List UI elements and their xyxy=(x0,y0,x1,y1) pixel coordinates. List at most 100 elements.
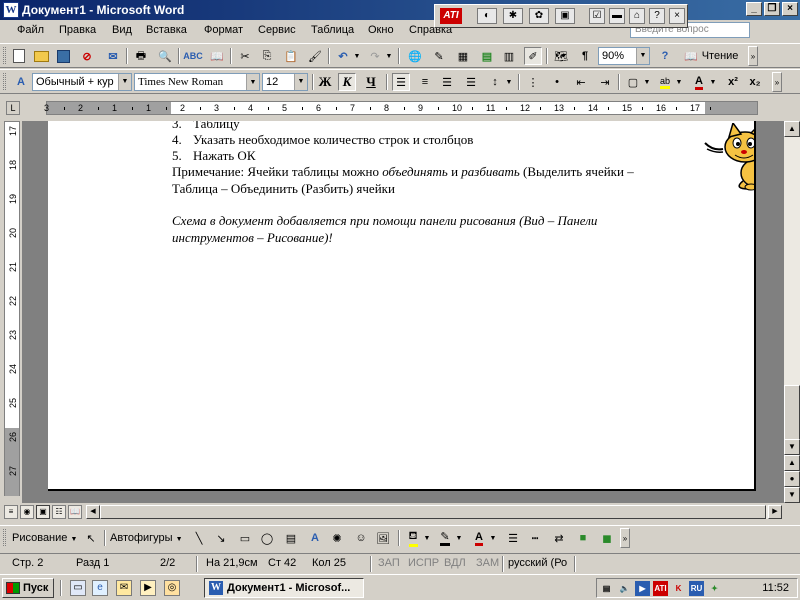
status-extend[interactable]: ВДЛ xyxy=(444,557,466,569)
toolbar-grip[interactable] xyxy=(3,73,6,90)
ati-tv-icon[interactable]: ▬ xyxy=(609,8,625,24)
bold-button[interactable]: Ж xyxy=(316,73,334,91)
media-icon[interactable]: ▶ xyxy=(140,580,156,596)
document-map-icon[interactable]: 🗺 xyxy=(552,47,570,65)
copy-icon[interactable]: ⎘ xyxy=(258,47,276,65)
toolbar-grip[interactable] xyxy=(3,529,6,546)
ati-tray-icon[interactable]: ATI xyxy=(653,581,668,596)
font-size-select[interactable]: 12 ▼ xyxy=(262,73,308,91)
oval-tool-icon[interactable]: ◯ xyxy=(258,529,276,547)
drawing-icon[interactable]: ✐ xyxy=(524,47,542,65)
columns-icon[interactable]: ▥ xyxy=(500,47,518,65)
toolbar-options-icon[interactable]: » xyxy=(620,528,630,548)
save-disk-icon[interactable] xyxy=(54,47,72,65)
normal-view-icon[interactable]: ≡ xyxy=(4,505,18,519)
draw-font-color-dropdown-icon[interactable]: ▼ xyxy=(488,529,498,547)
word-app-icon[interactable]: W xyxy=(3,2,19,18)
previous-page-button[interactable]: ▲ xyxy=(784,455,800,471)
volume-icon[interactable]: 🔈 xyxy=(617,581,632,596)
menu-insert[interactable]: Вставка xyxy=(146,24,187,36)
ati-help-icon[interactable]: ? xyxy=(649,8,665,24)
font-color-dropdown-icon[interactable]: ▼ xyxy=(708,73,718,91)
toolbar-grip[interactable] xyxy=(3,47,6,64)
borders-icon[interactable]: ▢ xyxy=(624,73,642,91)
select-browse-object-button[interactable]: ● xyxy=(784,471,800,487)
style-select[interactable]: Обычный + кур ▼ xyxy=(32,73,132,91)
status-overtype[interactable]: ЗАМ xyxy=(476,557,499,569)
undo-icon[interactable]: ↶ xyxy=(334,47,352,65)
show-hide-marks-icon[interactable]: ¶ xyxy=(576,47,594,65)
clipart-icon[interactable]: ☺ xyxy=(352,529,370,547)
web-view-icon[interactable]: ◉ xyxy=(20,505,34,519)
numbering-icon[interactable]: ⋮ xyxy=(524,73,542,91)
ati-home-icon[interactable]: ⌂ xyxy=(629,8,645,24)
shadow-style-icon[interactable]: ■ xyxy=(574,529,592,547)
highlight-dropdown-icon[interactable]: ▼ xyxy=(674,73,684,91)
horizontal-ruler[interactable]: 3 2 1 1 2 3 4 5 6 7 8 9 10 11 12 13 14 15 16 17 xyxy=(44,101,758,115)
subscript-icon[interactable]: x₂ xyxy=(746,73,764,91)
status-language[interactable]: русский (Ро xyxy=(508,557,567,569)
dash-style-icon[interactable]: ┅ xyxy=(526,529,544,547)
draw-font-color-icon[interactable]: A xyxy=(470,529,488,547)
autoshapes-menu-button[interactable]: Автофигуры ▼ xyxy=(110,532,183,544)
toolbar-options-icon[interactable]: » xyxy=(748,46,758,66)
horizontal-scrollbar[interactable]: ◀ ▶ xyxy=(86,505,782,519)
superscript-icon[interactable]: x² xyxy=(724,73,742,91)
font-color-icon[interactable]: A xyxy=(690,73,708,91)
menu-file[interactable]: Файл xyxy=(17,24,44,36)
font-select[interactable]: Times New Roman ▼ xyxy=(134,73,260,91)
scroll-right-button[interactable]: ▶ xyxy=(768,505,782,519)
align-right-icon[interactable]: ☰ xyxy=(438,73,456,91)
outlook-icon[interactable]: ✉ xyxy=(116,580,132,596)
italic-button[interactable]: К xyxy=(338,73,356,91)
toolbar-options-icon[interactable]: » xyxy=(772,72,782,92)
format-painter-icon[interactable]: 🖌 xyxy=(306,47,324,65)
antivirus-icon[interactable]: ✦ xyxy=(707,581,722,596)
status-record-macro[interactable]: ЗАП xyxy=(378,557,400,569)
email-icon[interactable]: ✉ xyxy=(104,47,122,65)
line-color-icon[interactable]: ✎ xyxy=(436,529,454,547)
align-center-icon[interactable]: ≡ xyxy=(416,73,434,91)
diagram-icon[interactable]: ✺ xyxy=(328,529,346,547)
scroll-up-button[interactable]: ▲ xyxy=(784,121,800,137)
network-icon[interactable]: ▤ xyxy=(599,581,614,596)
desktop-icon[interactable]: ▭ xyxy=(70,580,86,596)
decrease-indent-icon[interactable]: ⇤ xyxy=(572,73,590,91)
print-preview-icon[interactable]: 🔍 xyxy=(156,47,174,65)
kaspersky-icon[interactable]: K xyxy=(671,581,686,596)
line-color-dropdown-icon[interactable]: ▼ xyxy=(454,529,464,547)
ati-settings-icon[interactable]: ✱ xyxy=(503,8,523,24)
bullets-icon[interactable]: • xyxy=(548,73,566,91)
reading-view-icon[interactable]: 📖 xyxy=(68,505,82,519)
menu-tools[interactable]: Сервис xyxy=(258,24,296,36)
vertical-ruler[interactable]: 17 18 19 20 21 22 23 24 25 26 27 xyxy=(4,121,20,496)
language-indicator[interactable]: RU xyxy=(689,581,704,596)
tables-borders-icon[interactable]: ✎ xyxy=(430,47,448,65)
drawing-menu-button[interactable]: Рисование ▼ xyxy=(12,532,77,544)
vertical-scrollbar[interactable]: ▲ ▼ ▲ ● ▼ xyxy=(784,121,800,503)
status-track-changes[interactable]: ИСПР xyxy=(408,557,439,569)
arrow-style-icon[interactable]: ⇄ xyxy=(550,529,568,547)
print-icon[interactable]: 🖶 xyxy=(132,47,150,65)
open-folder-icon[interactable] xyxy=(32,47,50,65)
line-tool-icon[interactable]: ╲ xyxy=(190,529,208,547)
h-scroll-thumb[interactable] xyxy=(100,505,766,519)
select-objects-icon[interactable]: ↖ xyxy=(82,529,100,547)
start-button[interactable]: Пуск xyxy=(2,578,54,598)
menu-edit[interactable]: Правка xyxy=(59,24,96,36)
fill-color-icon[interactable]: ⛾ xyxy=(404,529,422,547)
textbox-tool-icon[interactable]: ▤ xyxy=(282,529,300,547)
outline-view-icon[interactable]: ☷ xyxy=(52,505,66,519)
insert-picture-icon[interactable]: 🖼 xyxy=(374,529,392,547)
undo-dropdown-icon[interactable]: ▼ xyxy=(352,47,362,65)
ati-close-icon[interactable]: × xyxy=(669,8,685,24)
justify-icon[interactable]: ☰ xyxy=(462,73,480,91)
underline-button[interactable]: Ч xyxy=(362,73,380,91)
borders-dropdown-icon[interactable]: ▼ xyxy=(642,73,652,91)
restore-button[interactable]: ❐ xyxy=(764,2,780,16)
increase-indent-icon[interactable]: ⇥ xyxy=(596,73,614,91)
hyperlink-icon[interactable]: 🌐 xyxy=(406,47,424,65)
wordart-icon[interactable]: A xyxy=(306,529,324,547)
line-style-icon[interactable]: ☰ xyxy=(504,529,522,547)
permission-icon[interactable]: ⊘ xyxy=(78,47,96,65)
